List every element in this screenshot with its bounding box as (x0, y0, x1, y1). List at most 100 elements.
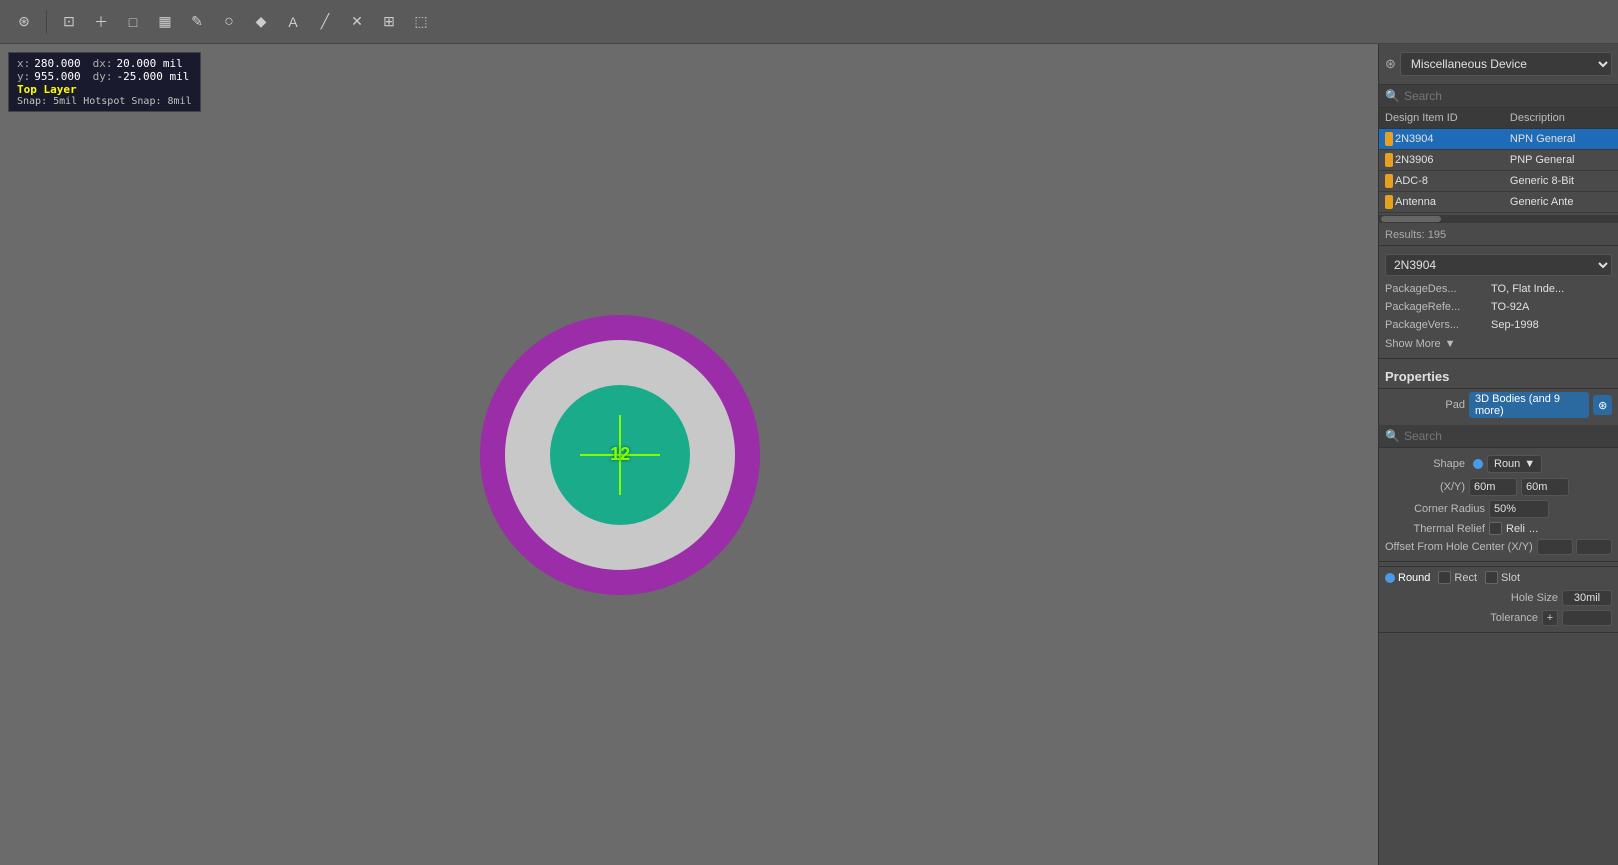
hole-type-round-btn[interactable]: Round (1385, 572, 1430, 584)
component-search-input[interactable] (1404, 89, 1612, 103)
y-label: y: (17, 70, 30, 83)
x-value: 280.000 (34, 57, 80, 70)
search1-icon: 🔍 (1385, 89, 1400, 103)
offset-row: Offset From Hole Center (X/Y) (1379, 537, 1618, 557)
table-horizontal-scrollbar[interactable] (1379, 215, 1618, 223)
component-desc-cell: NPN General (1504, 129, 1618, 150)
show-more-arrow: ▼ (1445, 338, 1456, 350)
corner-radius-row: Corner Radius (1379, 498, 1618, 520)
shape-radio-dot (1473, 459, 1483, 469)
detail-row-label: PackageVers... (1385, 319, 1485, 331)
layer-name: Top Layer (17, 83, 192, 96)
pad-middle-ring: 12 (505, 340, 735, 570)
detail-row-label: PackageRefe... (1385, 301, 1485, 313)
component-id-cell: 2N3906 (1379, 150, 1504, 171)
table-row[interactable]: ADC-8 Generic 8-Bit (1379, 171, 1618, 192)
results-count: Results: 195 (1379, 225, 1618, 246)
frame-tool-btn[interactable]: ⊞ (375, 8, 403, 36)
shape-row: Shape Roun ▼ (1379, 452, 1618, 476)
h-scroll-thumb (1381, 216, 1441, 222)
component-detail-selector[interactable]: 2N3904 (1385, 254, 1612, 276)
rect-checkbox (1438, 571, 1451, 584)
table-row[interactable]: 2N3904 NPN General (1379, 129, 1618, 150)
properties-search-input[interactable] (1404, 429, 1612, 443)
x-input[interactable] (1469, 478, 1517, 496)
canvas-area[interactable]: x: 280.000 dx: 20.000 mil y: 955.000 dy:… (0, 44, 1378, 865)
text-tool-btn[interactable]: A (279, 8, 307, 36)
properties-section: Properties Pad 3D Bodies (and 9 more) ⊛ … (1379, 359, 1618, 633)
dx-value: 20.000 mil (116, 57, 182, 70)
component-id-cell: ADC-8 (1379, 171, 1504, 192)
tolerance-row: Tolerance + (1379, 608, 1618, 628)
detail-row-value: TO-92A (1491, 301, 1529, 313)
shape-dropdown-arrow: ▼ (1524, 458, 1535, 470)
detail-row-value: Sep-1998 (1491, 319, 1539, 331)
tolerance-input[interactable] (1562, 610, 1612, 626)
right-panel: ⊛ Miscellaneous Device 🔍 Design Item ID … (1378, 44, 1618, 865)
offset-y-input[interactable] (1576, 539, 1612, 555)
properties-filter-btn[interactable]: ⊛ (1593, 395, 1612, 415)
pad-visual: 12 (480, 315, 760, 595)
table-row[interactable]: Antenna Generic Ante (1379, 192, 1618, 213)
corner-radius-label: Corner Radius (1385, 503, 1485, 515)
properties-title: Properties (1379, 363, 1618, 389)
component-desc-cell: PNP General (1504, 150, 1618, 171)
offset-inputs (1537, 539, 1612, 555)
thermal-relief-value: Reli (1506, 523, 1525, 535)
xy-inputs (1469, 478, 1569, 496)
thermal-relief-row: Thermal Relief Reli ... (1379, 520, 1618, 537)
properties-search-box: 🔍 (1379, 425, 1618, 448)
device-selector[interactable]: Miscellaneous Device (1400, 52, 1612, 76)
place-tool-btn[interactable]: ＋ (87, 8, 115, 36)
hole-type-rect-btn[interactable]: Rect (1438, 571, 1477, 584)
hole-size-input[interactable] (1562, 590, 1612, 606)
detail-row-label: PackageDes... (1385, 283, 1485, 295)
toolbar-divider-1 (46, 10, 47, 34)
detail-row-value: TO, Flat Inde... (1491, 283, 1564, 295)
y-input[interactable] (1521, 478, 1569, 496)
panel-filter-icon[interactable]: ⊛ (1385, 56, 1396, 72)
row-color-indicator (1385, 195, 1393, 209)
main-area: x: 280.000 dx: 20.000 mil y: 955.000 dy:… (0, 44, 1618, 865)
tolerance-plus-btn[interactable]: + (1542, 610, 1558, 626)
dy-value: -25.000 mil (116, 70, 189, 83)
shape-label: Shape (1385, 458, 1465, 470)
slot-checkbox (1485, 571, 1498, 584)
rect-tool-btn[interactable]: □ (119, 8, 147, 36)
component-id-cell: Antenna (1379, 192, 1504, 213)
slash-tool-btn[interactable]: ✕ (343, 8, 371, 36)
col-description[interactable]: Description (1504, 108, 1618, 129)
col-design-item-id[interactable]: Design Item ID (1379, 108, 1504, 129)
y-value: 955.000 (34, 70, 80, 83)
tolerance-label: Tolerance (1385, 612, 1538, 624)
table-row[interactable]: 2N3906 PNP General (1379, 150, 1618, 171)
round-radio (1385, 573, 1395, 583)
board-tool-btn[interactable]: ⬚ (407, 8, 435, 36)
show-more-label: Show More (1385, 338, 1441, 350)
component-desc-cell: Generic Ante (1504, 192, 1618, 213)
line-tool-btn[interactable]: ╱ (311, 8, 339, 36)
divider (1379, 561, 1618, 562)
select-tool-btn[interactable]: ⊡ (55, 8, 83, 36)
hole-type-slot-btn[interactable]: Slot (1485, 571, 1520, 584)
filter-tool-btn[interactable]: ⊛ (10, 8, 38, 36)
detail-row: PackageRefe... TO-92A (1379, 298, 1618, 316)
detail-row: PackageVers... Sep-1998 (1379, 316, 1618, 334)
component-search-box: 🔍 (1379, 85, 1618, 108)
circle-tool-btn[interactable]: ○ (215, 8, 243, 36)
shape-value: Roun (1494, 458, 1520, 470)
slot-label: Slot (1501, 572, 1520, 584)
thermal-relief-checkbox[interactable] (1489, 522, 1502, 535)
detail-header: 2N3904 (1379, 250, 1618, 280)
pad-inner-circle: 12 (550, 385, 690, 525)
x-label: x: (17, 57, 30, 70)
pin-tool-btn[interactable]: ◆ (247, 8, 275, 36)
chart-tool-btn[interactable]: ▦ (151, 8, 179, 36)
brush-tool-btn[interactable]: ✎ (183, 8, 211, 36)
corner-radius-input[interactable] (1489, 500, 1549, 518)
detail-row: PackageDes... TO, Flat Inde... (1379, 280, 1618, 298)
show-more-btn[interactable]: Show More ▼ (1379, 334, 1618, 354)
xy-row: (X/Y) (1379, 476, 1618, 498)
offset-x-input[interactable] (1537, 539, 1573, 555)
shape-dropdown[interactable]: Roun ▼ (1487, 455, 1542, 473)
